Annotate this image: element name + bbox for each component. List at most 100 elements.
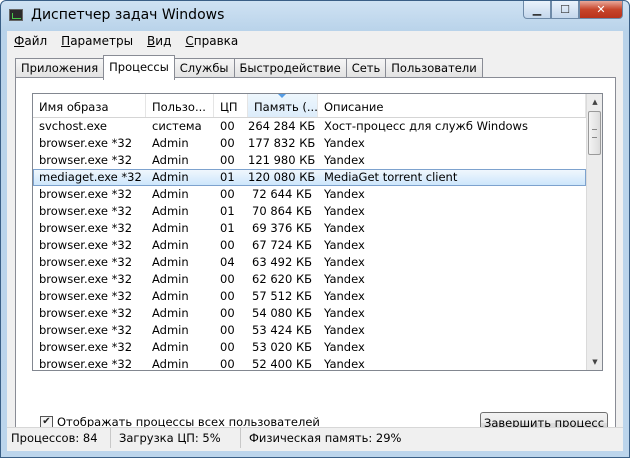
cell-image-name: browser.exe *32 (39, 357, 133, 371)
cell-user-name: Admin (152, 136, 189, 150)
cell-user-name: Admin (152, 170, 189, 184)
cell-cpu: 01 (220, 221, 235, 235)
status-process-count: Процессов: 84 (7, 428, 111, 448)
cell-user-name: Admin (152, 357, 189, 371)
tab-networking[interactable]: Сеть (345, 58, 387, 78)
cell-memory: 54 080 КБ (252, 306, 312, 320)
cell-user-name: Admin (152, 289, 189, 303)
cell-memory: 67 724 КБ (252, 238, 312, 252)
status-cpu-usage: Загрузка ЦП: 5% (111, 428, 241, 448)
cell-memory: 52 400 КБ (252, 357, 312, 371)
status-bar: Процессов: 84 Загрузка ЦП: 5% Физическая… (7, 427, 623, 450)
cell-description: Yandex (324, 221, 365, 235)
cell-memory: 120 080 КБ (248, 170, 316, 184)
cell-image-name: browser.exe *32 (39, 238, 133, 252)
cell-image-name: mediaget.exe *32 (39, 170, 142, 184)
process-rows: svchost.exe система 00 264 284 КБ Хост-проце… (33, 118, 586, 371)
cell-user-name: Admin (152, 255, 189, 269)
cell-image-name: browser.exe *32 (39, 255, 133, 269)
checkmark-icon: ✔ (42, 416, 51, 427)
cell-cpu: 00 (220, 306, 235, 320)
cell-user-name: Admin (152, 272, 189, 286)
tab-performance[interactable]: Быстродействие (233, 58, 347, 78)
process-row[interactable]: svchost.exe система 00 264 284 КБ Хост-проце… (33, 118, 586, 135)
cell-cpu: 00 (220, 136, 235, 150)
cell-memory: 177 832 КБ (248, 136, 316, 150)
close-button[interactable]: ✕ (579, 1, 623, 19)
cell-memory: 53 020 КБ (252, 340, 312, 354)
cell-image-name: svchost.exe (39, 119, 108, 133)
cell-description: Yandex (324, 187, 365, 201)
column-cpu[interactable]: ЦП (214, 94, 248, 117)
cell-cpu: 00 (220, 153, 235, 167)
cell-memory: 57 512 КБ (252, 289, 312, 303)
cell-description: Хост-процесс для служб Windows (324, 119, 528, 133)
cell-cpu: 04 (220, 255, 235, 269)
menu-file[interactable]: Файл (7, 31, 54, 51)
cell-memory: 264 284 КБ (248, 119, 316, 133)
cell-cpu: 00 (220, 340, 235, 354)
client-area: Файл Параметры Вид Справка Приложения Пр… (7, 31, 623, 451)
tab-applications[interactable]: Приложения (15, 58, 105, 78)
tab-processes[interactable]: Процессы (103, 55, 175, 80)
process-row[interactable]: browser.exe *32 Admin 00 62 620 КБ Yandex (33, 271, 586, 288)
maximize-icon: ☐ (560, 3, 570, 16)
process-row[interactable]: browser.exe *32 Admin 01 70 864 КБ Yandex (33, 203, 586, 220)
column-description[interactable]: Описание (318, 94, 586, 117)
cell-memory: 62 620 КБ (252, 272, 312, 286)
menu-view[interactable]: Вид (140, 31, 178, 51)
process-row[interactable]: browser.exe *32 Admin 00 53 020 КБ Yandex (33, 339, 586, 356)
task-manager-icon (9, 9, 23, 21)
window-title: Диспетчер задач Windows (31, 7, 225, 23)
maximize-button[interactable]: ☐ (551, 1, 579, 19)
cell-cpu: 00 (220, 357, 235, 371)
process-row[interactable]: mediaget.exe *32 Admin 01 120 080 КБ MediaGe… (33, 169, 586, 186)
tab-services[interactable]: Службы (173, 58, 235, 78)
cell-memory: 53 424 КБ (252, 323, 312, 337)
cell-user-name: Admin (152, 323, 189, 337)
minimize-button[interactable]: ▁ (523, 1, 551, 19)
process-row[interactable]: browser.exe *32 Admin 00 67 724 КБ Yandex (33, 237, 586, 254)
sort-descending-icon (278, 94, 286, 98)
column-header-row: Имя образа Пользо... ЦП Память (... Опис… (33, 94, 586, 118)
menu-bar: Файл Параметры Вид Справка (7, 31, 623, 51)
cell-memory: 70 864 КБ (252, 204, 312, 218)
cell-user-name: Admin (152, 238, 189, 252)
cell-image-name: browser.exe *32 (39, 153, 133, 167)
process-row[interactable]: browser.exe *32 Admin 00 72 644 КБ Yandex (33, 186, 586, 203)
cell-description: Yandex (324, 153, 365, 167)
cell-cpu: 00 (220, 272, 235, 286)
cell-user-name: Admin (152, 340, 189, 354)
scroll-up-icon[interactable]: ▲ (587, 94, 602, 110)
window-controls: ▁ ☐ ✕ (523, 1, 623, 21)
process-row[interactable]: browser.exe *32 Admin 00 52 400 КБ Yandex (33, 356, 586, 371)
menu-help[interactable]: Справка (178, 31, 245, 51)
cell-image-name: browser.exe *32 (39, 204, 133, 218)
cell-description: Yandex (324, 306, 365, 320)
cell-memory: 69 376 КБ (252, 221, 312, 235)
process-row[interactable]: browser.exe *32 Admin 00 54 080 КБ Yandex (33, 305, 586, 322)
status-physical-memory: Физическая память: 29% (249, 431, 402, 445)
column-image-name[interactable]: Имя образа (33, 94, 146, 117)
column-memory[interactable]: Память (... (248, 94, 318, 117)
cell-description: Yandex (324, 272, 365, 286)
process-row[interactable]: browser.exe *32 Admin 00 177 832 КБ Yandex (33, 135, 586, 152)
cell-user-name: Admin (152, 204, 189, 218)
menu-options[interactable]: Параметры (54, 31, 140, 51)
vertical-scrollbar[interactable]: ▲ ▼ (586, 94, 602, 370)
process-row[interactable]: browser.exe *32 Admin 00 57 512 КБ Yandex (33, 288, 586, 305)
column-user-name[interactable]: Пользо... (146, 94, 214, 117)
scroll-down-icon[interactable]: ▼ (587, 354, 602, 370)
cell-cpu: 00 (220, 119, 235, 133)
cell-user-name: Admin (152, 306, 189, 320)
process-row[interactable]: browser.exe *32 Admin 00 121 980 КБ Yandex (33, 152, 586, 169)
process-row[interactable]: browser.exe *32 Admin 00 53 424 КБ Yandex (33, 322, 586, 339)
cell-description: Yandex (324, 136, 365, 150)
cell-cpu: 00 (220, 238, 235, 252)
scroll-thumb[interactable] (588, 111, 601, 155)
process-row[interactable]: browser.exe *32 Admin 04 63 492 КБ Yandex (33, 254, 586, 271)
tab-users[interactable]: Пользователи (385, 58, 483, 78)
process-row[interactable]: browser.exe *32 Admin 01 69 376 КБ Yandex (33, 220, 586, 237)
title-bar[interactable]: Диспетчер задач Windows ▁ ☐ ✕ (1, 1, 629, 31)
process-list[interactable]: Имя образа Пользо... ЦП Память (... Опис… (32, 93, 603, 371)
